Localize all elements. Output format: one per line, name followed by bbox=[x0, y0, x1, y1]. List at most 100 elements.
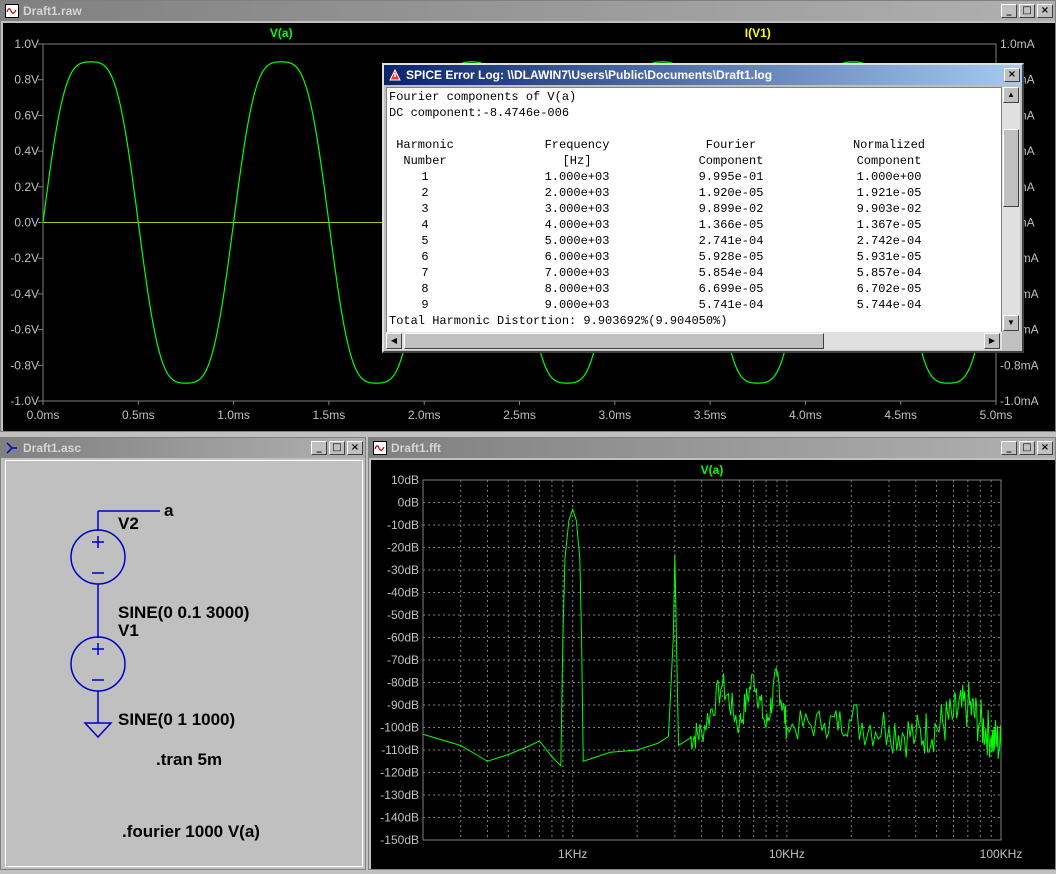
fft-window[interactable]: Draft1.fft _ □ × 10dB 0dB -10dB -20dB -30dB -… bbox=[368, 437, 1056, 870]
log-window[interactable]: SPICE Error Log: \\DLAWIN7\Users\Public\… bbox=[382, 63, 1024, 353]
log-text-area[interactable]: Fourier components of V(a) DC component:… bbox=[386, 87, 1002, 333]
fft-x-tick-label: 1KHz bbox=[558, 847, 587, 861]
scroll-up-arrow-icon[interactable]: ▲ bbox=[1003, 87, 1019, 103]
v1-value[interactable]: SINE(0 1 1000) bbox=[118, 710, 235, 730]
y2-tick-label: -1.0mA bbox=[1000, 394, 1039, 408]
log-thd: Total Harmonic Distortion: 9.903692%(9.9… bbox=[389, 314, 728, 328]
column-header: Number bbox=[403, 154, 447, 168]
fft-y-tick-label: 10dB bbox=[391, 473, 419, 487]
maximize-button[interactable]: □ bbox=[329, 441, 345, 455]
raw-titlebar[interactable]: Draft1.raw _ □ × bbox=[1, 1, 1055, 21]
y-tick-label: 0.8V bbox=[14, 73, 39, 87]
column-header: Frequency bbox=[544, 138, 610, 152]
fft-trace-label: V(a) bbox=[701, 463, 724, 477]
spice-log-icon bbox=[388, 68, 402, 82]
minimize-button[interactable]: _ bbox=[311, 441, 327, 455]
asc-titlebar[interactable]: Draft1.asc _ □ × bbox=[1, 438, 365, 458]
log-dc-component: DC component:-8.4746e-006 bbox=[389, 106, 570, 120]
table-cell: 4.000e+03 bbox=[544, 218, 610, 232]
column-header: [Hz] bbox=[562, 154, 592, 168]
close-button[interactable]: × bbox=[1004, 68, 1020, 82]
table-cell: 8.000e+03 bbox=[544, 282, 610, 296]
fft-titlebar[interactable]: Draft1.fft _ □ × bbox=[369, 438, 1055, 458]
table-cell: 5.854e-04 bbox=[698, 266, 764, 280]
x-tick-label: 5.0ms bbox=[980, 408, 1013, 422]
y2-tick-label: 1.0mA bbox=[1000, 37, 1035, 51]
x-tick-label: 3.5ms bbox=[694, 408, 727, 422]
fft-y-tick-label: -80dB bbox=[387, 676, 419, 690]
fourier-directive[interactable]: .fourier 1000 V(a) bbox=[122, 822, 260, 842]
table-cell: 1.367e-05 bbox=[856, 218, 922, 232]
table-cell: 2.742e-04 bbox=[856, 234, 922, 248]
asc-window[interactable]: Draft1.asc _ □ × a V2 SINE(0 0.1 3000) V… bbox=[0, 437, 366, 870]
x-tick-label: 2.5ms bbox=[503, 408, 536, 422]
fft-y-tick-label: 0dB bbox=[398, 496, 419, 510]
column-header: Component bbox=[856, 154, 922, 168]
fft-chart[interactable]: 10dB 0dB -10dB -20dB -30dB -40dB -50dB -60dB -70… bbox=[371, 460, 1055, 869]
tran-directive[interactable]: .tran 5m bbox=[156, 750, 222, 770]
fft-y-tick-label: -40dB bbox=[387, 586, 419, 600]
fft-x-tick-label: 100KHz bbox=[980, 847, 1023, 861]
v1-name[interactable]: V1 bbox=[118, 621, 139, 641]
trace-label-va: V(a) bbox=[270, 26, 293, 40]
table-cell: 2.000e+03 bbox=[544, 186, 610, 200]
fft-y-tick-label: -90dB bbox=[387, 698, 419, 712]
table-cell: 6.702e-05 bbox=[856, 282, 922, 296]
scroll-thumb-horizontal[interactable] bbox=[404, 333, 824, 349]
y2-tick-label: -0.8mA bbox=[1000, 358, 1039, 372]
table-cell: 5.931e-05 bbox=[856, 250, 922, 264]
column-header: Normalized bbox=[852, 138, 925, 152]
scroll-down-arrow-icon[interactable]: ▼ bbox=[1003, 315, 1019, 331]
column-header: Fourier bbox=[705, 138, 757, 152]
table-cell: 2 bbox=[421, 186, 429, 200]
v2-name[interactable]: V2 bbox=[118, 514, 139, 534]
table-cell: 7 bbox=[421, 266, 429, 280]
table-cell: 1.366e-05 bbox=[698, 218, 764, 232]
log-heading: Fourier components of V(a) bbox=[389, 90, 577, 104]
table-cell: 5 bbox=[421, 234, 429, 248]
y-tick-label: -0.4V bbox=[10, 287, 39, 301]
table-cell: 1.000e+03 bbox=[544, 170, 610, 184]
y-tick-label: 0.0V bbox=[14, 216, 39, 230]
minimize-button[interactable]: _ bbox=[1001, 441, 1017, 455]
maximize-button[interactable]: □ bbox=[1019, 4, 1035, 18]
table-cell: 9 bbox=[421, 298, 429, 312]
x-tick-label: 4.5ms bbox=[884, 408, 917, 422]
asc-window-title: Draft1.asc bbox=[23, 441, 82, 455]
table-cell: 3 bbox=[421, 202, 429, 216]
table-cell: 5.928e-05 bbox=[698, 250, 764, 264]
x-tick-label: 2.0ms bbox=[408, 408, 441, 422]
log-vertical-scrollbar[interactable]: ▲ ▼ bbox=[1002, 87, 1020, 331]
close-button[interactable]: × bbox=[347, 441, 363, 455]
schematic-icon bbox=[5, 441, 19, 455]
table-cell: 8 bbox=[421, 282, 429, 296]
close-button[interactable]: × bbox=[1037, 4, 1053, 18]
y-tick-label: -1.0V bbox=[10, 394, 39, 408]
log-window-title: SPICE Error Log: \\DLAWIN7\Users\Public\… bbox=[406, 68, 773, 82]
table-cell: 6 bbox=[421, 250, 429, 264]
scroll-left-arrow-icon[interactable]: ◀ bbox=[386, 333, 402, 349]
x-tick-label: 1.0ms bbox=[217, 408, 250, 422]
x-tick-label: 0.5ms bbox=[122, 408, 155, 422]
schematic-canvas[interactable]: a V2 SINE(0 0.1 3000) V1 SINE(0 1 1000) … bbox=[5, 460, 363, 867]
fft-y-tick-label: -60dB bbox=[387, 631, 419, 645]
table-cell: 5.744e-04 bbox=[856, 298, 922, 312]
waveform-icon bbox=[5, 4, 19, 18]
y-tick-label: -0.6V bbox=[10, 323, 39, 337]
fft-y-tick-label: -120dB bbox=[380, 766, 419, 780]
table-cell: 6.699e-05 bbox=[698, 282, 764, 296]
log-horizontal-scrollbar[interactable]: ◀ ▶ bbox=[386, 332, 1002, 350]
fft-window-title: Draft1.fft bbox=[391, 441, 441, 455]
net-label-a[interactable]: a bbox=[164, 501, 173, 521]
scroll-right-arrow-icon[interactable]: ▶ bbox=[984, 333, 1000, 349]
v2-value[interactable]: SINE(0 0.1 3000) bbox=[118, 603, 249, 623]
x-tick-label: 3.0ms bbox=[598, 408, 631, 422]
maximize-button[interactable]: □ bbox=[1019, 441, 1035, 455]
fft-plot-area[interactable]: 10dB 0dB -10dB -20dB -30dB -40dB -50dB -60dB -70… bbox=[371, 460, 1055, 869]
minimize-button[interactable]: _ bbox=[1001, 4, 1017, 18]
table-cell: 6.000e+03 bbox=[544, 250, 610, 264]
close-button[interactable]: × bbox=[1037, 441, 1053, 455]
scroll-thumb-vertical[interactable] bbox=[1003, 129, 1019, 207]
log-titlebar[interactable]: SPICE Error Log: \\DLAWIN7\Users\Public\… bbox=[384, 65, 1022, 85]
table-cell: 5.000e+03 bbox=[544, 234, 610, 248]
